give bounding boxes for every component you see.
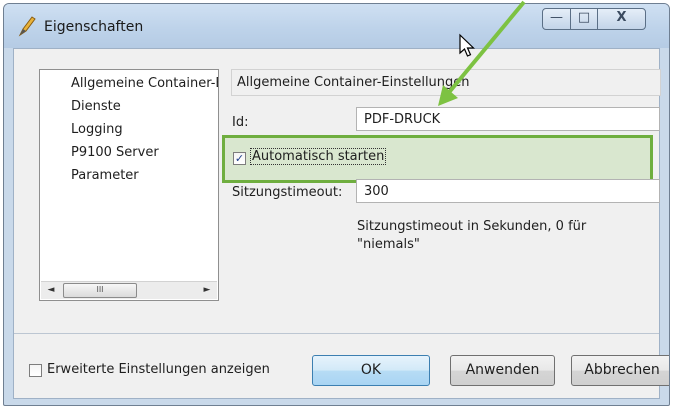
footer-divider <box>14 333 659 334</box>
apply-button[interactable]: Anwenden <box>450 355 555 386</box>
tree-item-p9100[interactable]: P9100 Server <box>71 145 159 160</box>
tree-item-general[interactable]: Allgemeine Container-Einstellungen <box>71 76 218 91</box>
timeout-field[interactable]: 300 <box>356 179 660 203</box>
horizontal-scrollbar[interactable]: ◄ III ► <box>41 281 217 299</box>
maximize-button[interactable]: □ <box>570 8 598 30</box>
scroll-left-icon[interactable]: ◄ <box>44 283 58 297</box>
settings-tree[interactable]: Allgemeine Container-Einstellungen Diens… <box>39 69 219 301</box>
section-header: Allgemeine Container-Einstellungen <box>231 69 661 96</box>
minimize-button[interactable]: — <box>542 8 571 30</box>
autostart-label[interactable]: Automatisch starten <box>250 148 387 165</box>
mouse-cursor-icon <box>459 33 475 57</box>
timeout-label: Sitzungstimeout: <box>232 185 343 200</box>
advanced-settings-label[interactable]: Erweiterte Einstellungen anzeigen <box>47 362 270 377</box>
id-field[interactable]: PDF-DRUCK <box>356 107 660 131</box>
pen-icon <box>18 16 36 37</box>
timeout-hint: Sitzungstimeout in Sekunden, 0 für "niem… <box>357 219 587 252</box>
scrollbar-thumb[interactable]: III <box>63 283 137 298</box>
tree-item-parameters[interactable]: Parameter <box>71 168 139 183</box>
tree-item-services[interactable]: Dienste <box>71 99 121 114</box>
properties-dialog: Eigenschaften — □ X Allgemeine Container… <box>3 3 670 406</box>
id-label: Id: <box>232 115 249 130</box>
close-button[interactable]: X <box>597 8 646 30</box>
advanced-settings-checkbox[interactable] <box>29 364 42 377</box>
ok-button[interactable]: OK <box>312 355 430 386</box>
cancel-button[interactable]: Abbrechen <box>571 355 669 386</box>
dialog-body: Allgemeine Container-Einstellungen Diens… <box>13 48 669 399</box>
scroll-right-icon[interactable]: ► <box>200 283 214 297</box>
window-title: Eigenschaften <box>44 19 144 35</box>
title-bar[interactable]: Eigenschaften — □ X <box>4 4 669 48</box>
tree-item-logging[interactable]: Logging <box>71 122 123 137</box>
autostart-checkbox[interactable]: ✓ <box>233 152 246 165</box>
